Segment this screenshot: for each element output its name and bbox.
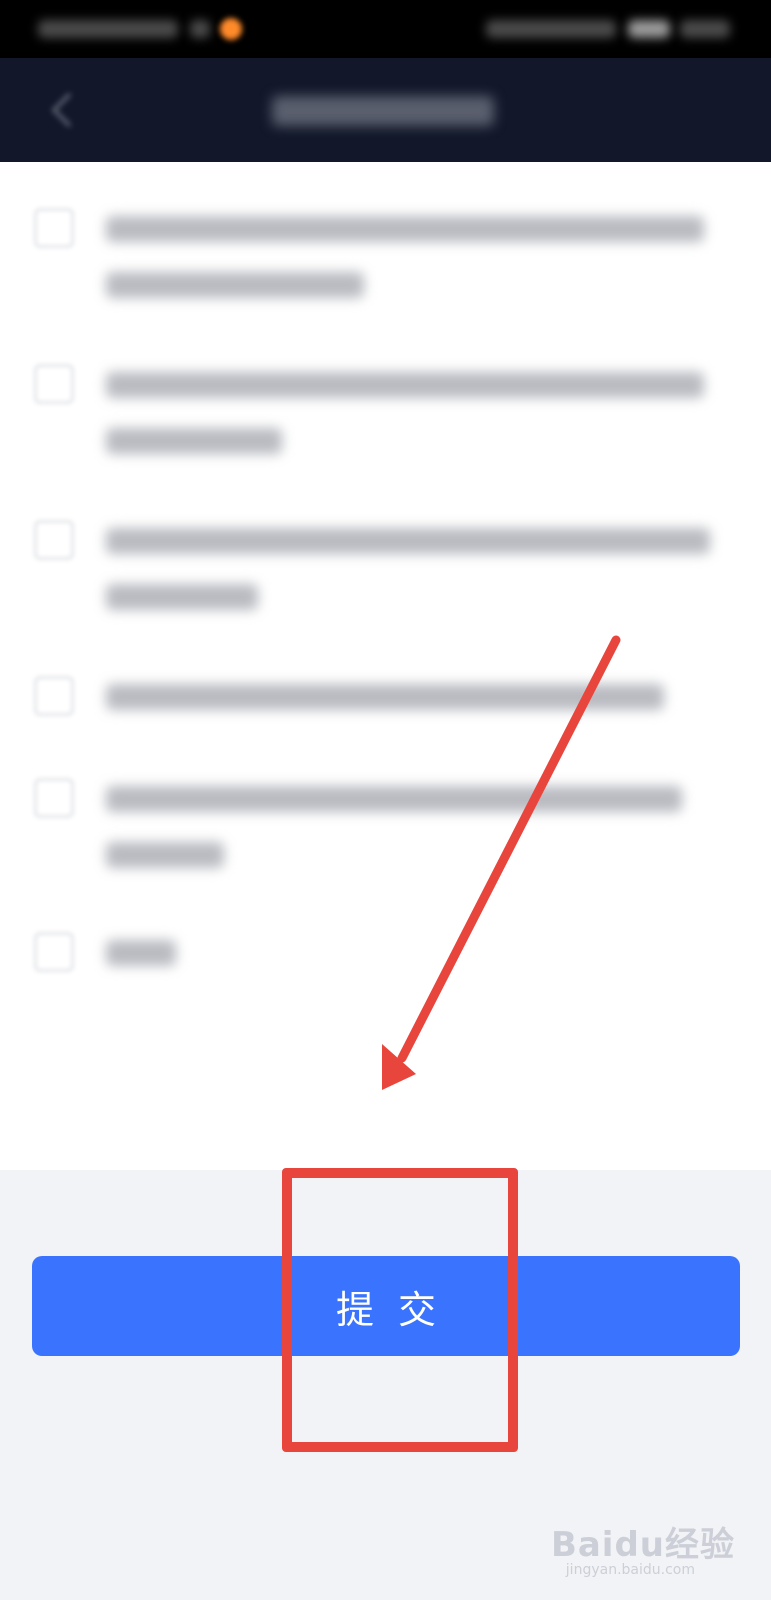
option-text-line [106, 842, 224, 868]
page-title [272, 96, 494, 126]
option-text-line [106, 216, 704, 242]
option-text-line [106, 528, 710, 554]
submit-button[interactable]: 提交 [32, 1256, 740, 1356]
carrier-text [38, 20, 178, 38]
status-bar [0, 0, 771, 58]
header-bar [0, 58, 771, 162]
clock-text [680, 20, 730, 38]
option-text-line [106, 940, 176, 966]
signal-icons [486, 20, 616, 38]
option-text-line [106, 272, 364, 298]
checkbox-icon[interactable] [34, 676, 74, 716]
checkbox-icon[interactable] [34, 778, 74, 818]
option-text-line [106, 428, 282, 454]
watermark-brand: Baidu经验 [550, 1525, 735, 1565]
option-text-line [106, 786, 682, 812]
option-text-line [106, 372, 704, 398]
option-list [0, 162, 771, 1170]
watermark: Baidu经验 jingyan.baidu.com [551, 1517, 735, 1578]
checkbox-icon[interactable] [34, 364, 74, 404]
checkbox-icon[interactable] [34, 520, 74, 560]
battery-icon [628, 20, 670, 38]
back-arrow-icon[interactable] [42, 88, 82, 132]
notification-dot-icon [220, 18, 242, 40]
option-text-line [106, 684, 664, 710]
watermark-url: jingyan.baidu.com [565, 1562, 695, 1578]
option-text-line [106, 584, 258, 610]
status-icon [190, 20, 210, 38]
checkbox-icon[interactable] [34, 932, 74, 972]
checkbox-icon[interactable] [34, 208, 74, 248]
